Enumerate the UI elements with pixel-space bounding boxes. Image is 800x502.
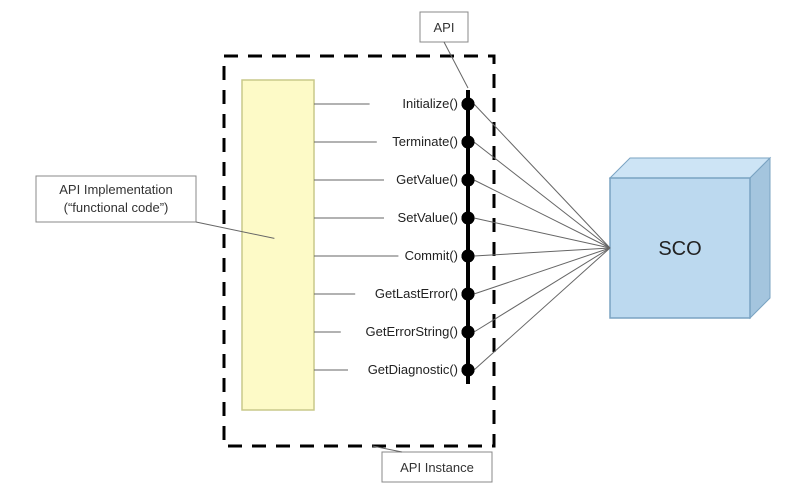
method-connector — [474, 180, 610, 248]
method-label: GetLastError() — [375, 286, 458, 301]
method-port — [462, 174, 475, 187]
api-impl-label-line2: (“functional code”) — [64, 200, 169, 215]
method-label: Initialize() — [402, 96, 458, 111]
api-impl-label-line1: API Implementation — [59, 182, 172, 197]
api-label: API — [434, 20, 455, 35]
method-label: GetDiagnostic() — [368, 362, 458, 377]
api-implementation-block — [242, 80, 314, 410]
api-leader — [444, 42, 468, 88]
method-label: SetValue() — [398, 210, 458, 225]
method-label: Terminate() — [392, 134, 458, 149]
sco-cube-side — [750, 158, 770, 318]
method-label: GetValue() — [396, 172, 458, 187]
method-label: GetErrorString() — [366, 324, 458, 339]
api-instance-label: API Instance — [400, 460, 474, 475]
method-port — [462, 212, 475, 225]
method-port — [462, 136, 475, 149]
sco-label: SCO — [658, 238, 701, 260]
method-port — [462, 98, 475, 111]
method-port — [462, 326, 475, 339]
method-port — [462, 288, 475, 301]
sco-cube-top — [610, 158, 770, 178]
method-port — [462, 250, 475, 263]
diagram-canvas: SCO Initialize() Terminate() GetValue() SetV… — [0, 0, 800, 502]
method-port — [462, 364, 475, 377]
method-label: Commit() — [405, 248, 458, 263]
